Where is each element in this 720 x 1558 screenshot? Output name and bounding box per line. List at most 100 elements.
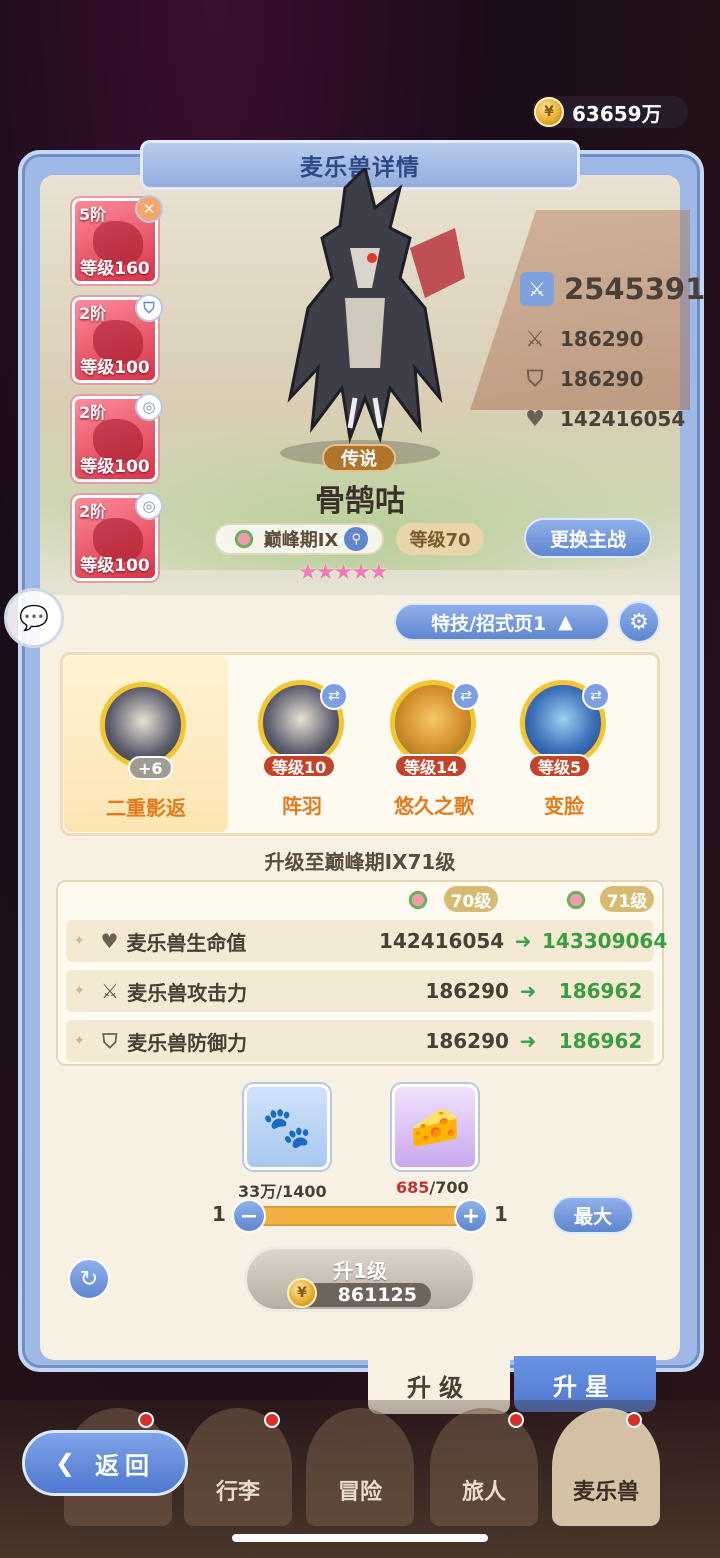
refresh-icon[interactable]: ↻: [68, 1258, 110, 1300]
table-row: ✦ ⛉ 麦乐兽防御力 186290 ➜ 186962: [66, 1020, 654, 1062]
power-shield-icon: ⚔: [520, 272, 554, 306]
swap-icon[interactable]: ⇄: [452, 682, 480, 710]
star-rating: ★★★★★: [298, 560, 389, 585]
table-row: ✦ ♥ 麦乐兽生命值 142416054 ➜ 143309064: [66, 920, 667, 962]
move-slot[interactable]: ⇄ 等级5 变脸: [514, 672, 654, 832]
row-label: 麦乐兽攻击力: [127, 980, 248, 1005]
row-label: 麦乐兽生命值: [126, 930, 247, 955]
move-level: 等级10: [262, 754, 337, 778]
rarity-badge: 传说: [322, 444, 396, 472]
minus-button[interactable]: −: [232, 1199, 266, 1233]
row-next: 186962: [558, 979, 643, 1003]
level-up-cost-value: 861125: [337, 1284, 417, 1306]
stage-pill[interactable]: 巅峰期IX ⚲: [214, 523, 384, 555]
notification-dot: [138, 1412, 154, 1428]
skill-card[interactable]: 5阶 等级160 ✕: [72, 195, 163, 284]
heart-icon: ♥: [525, 406, 545, 432]
max-button[interactable]: 最大: [552, 1196, 634, 1234]
swap-icon[interactable]: ⇄: [582, 682, 610, 710]
skill-level: 等级100: [80, 457, 150, 477]
cheese-item[interactable]: 🧀: [392, 1084, 478, 1170]
cheese-icon: 🧀: [410, 1104, 460, 1151]
attack-stat: ⚔ 186290: [520, 324, 644, 354]
upgrade-title: 升级至巅峰期IX71级: [264, 850, 456, 874]
swap-main-button[interactable]: 更换主战: [524, 518, 652, 558]
swords-icon: ⚔: [525, 326, 545, 352]
arrow-right-icon: ➜: [519, 979, 537, 1003]
skill-card[interactable]: 2阶 等级100 ⛉: [72, 294, 163, 383]
back-button[interactable]: ❮ 返回: [22, 1430, 188, 1496]
swords-icon: ⚔: [100, 979, 119, 1003]
defense-stat: ⛉ 186290: [520, 364, 644, 394]
arrow-right-icon: ➜: [514, 929, 532, 953]
move-name: 变脸: [544, 794, 584, 818]
triangle-up-icon: ▲: [558, 611, 573, 633]
table-row: ✦ ⚔ 麦乐兽攻击力 186290 ➜ 186962: [66, 970, 654, 1012]
arrow-right-icon: ➜: [519, 1029, 537, 1053]
coin-icon: ¥: [287, 1278, 317, 1308]
x-icon: ✕: [135, 195, 163, 223]
coin-icon: ¥: [534, 97, 564, 127]
cheese-count: 685/700: [396, 1178, 469, 1197]
row-next: 186962: [558, 1029, 643, 1053]
power-total: ⚔ 2545391: [520, 272, 705, 306]
notification-dot: [626, 1412, 642, 1428]
food-bag-icon: 🐾: [262, 1104, 312, 1151]
move-level: 等级5: [528, 754, 592, 778]
row-label: 麦乐兽防御力: [127, 1030, 248, 1055]
attack-value: 186290: [560, 327, 644, 351]
skill-level: 等级100: [80, 556, 150, 576]
power-total-value: 2545391: [564, 272, 706, 306]
row-current: 142416054: [378, 929, 505, 953]
nav-item-beast[interactable]: 麦乐兽: [552, 1408, 660, 1526]
beast-name: 骨鹄咕: [315, 484, 405, 519]
move-page-dropdown[interactable]: 特技/招式页1 ▲: [394, 603, 610, 641]
move-name: 阵羽: [282, 794, 322, 818]
row-current: 186290: [425, 1029, 509, 1053]
flower-icon: [404, 886, 432, 914]
skill-level: 等级160: [80, 259, 150, 279]
notification-dot: [264, 1412, 280, 1428]
move-slot-main[interactable]: +6 二重影返: [64, 656, 228, 832]
back-arrow-icon: ❮: [54, 1449, 82, 1477]
skill-card[interactable]: 2阶 等级100 ◎: [72, 492, 163, 581]
magnifier-icon[interactable]: ⚲: [344, 527, 369, 551]
slider-min: 1: [212, 1202, 226, 1226]
shield-icon: ⛉: [102, 1029, 118, 1053]
currency-amount: 63659万: [572, 101, 662, 126]
hp-stat: ♥ 142416054: [520, 404, 685, 434]
quantity-slider[interactable]: [248, 1206, 470, 1226]
chat-icon[interactable]: 💬: [4, 588, 64, 648]
home-indicator[interactable]: [232, 1534, 488, 1542]
gear-icon[interactable]: ⚙: [618, 601, 660, 643]
skill-rank: 2阶: [79, 502, 107, 521]
move-page-label: 特技/招式页1: [431, 612, 547, 635]
flower-icon: [229, 525, 258, 553]
skill-rank: 5阶: [79, 205, 107, 224]
move-bonus: +6: [128, 756, 173, 780]
nav-item-traveler[interactable]: 旅人: [430, 1408, 538, 1526]
shield-icon: ⛉: [135, 294, 163, 322]
swap-icon[interactable]: ⇄: [320, 682, 348, 710]
creature-image: [287, 168, 465, 444]
level-up-label: 升1级: [333, 1259, 387, 1283]
move-name: 二重影返: [106, 796, 186, 820]
move-level: 等级14: [394, 754, 469, 778]
move-name: 悠久之歌: [394, 794, 474, 818]
cheese-have: 685: [396, 1178, 430, 1197]
back-label: 返回: [95, 1451, 156, 1480]
heart-icon: ♥: [100, 929, 119, 953]
currency-display: ¥ 63659万: [532, 96, 688, 128]
plus-button[interactable]: +: [454, 1199, 488, 1233]
food-bag-item[interactable]: 🐾: [244, 1084, 330, 1170]
skill-rank: 2阶: [79, 403, 107, 422]
defense-value: 186290: [560, 367, 644, 391]
skill-rank: 2阶: [79, 304, 107, 323]
skill-level: 等级100: [80, 358, 150, 378]
slider-max: 1: [494, 1202, 508, 1226]
level-up-button[interactable]: 升1级 ¥ 861125: [244, 1246, 476, 1312]
swirl-icon: ◎: [135, 393, 163, 421]
nav-item-adventure[interactable]: 冒险: [306, 1408, 414, 1526]
level-up-cost: ¥ 861125: [287, 1278, 431, 1308]
skill-card[interactable]: 2阶 等级100 ◎: [72, 393, 163, 482]
